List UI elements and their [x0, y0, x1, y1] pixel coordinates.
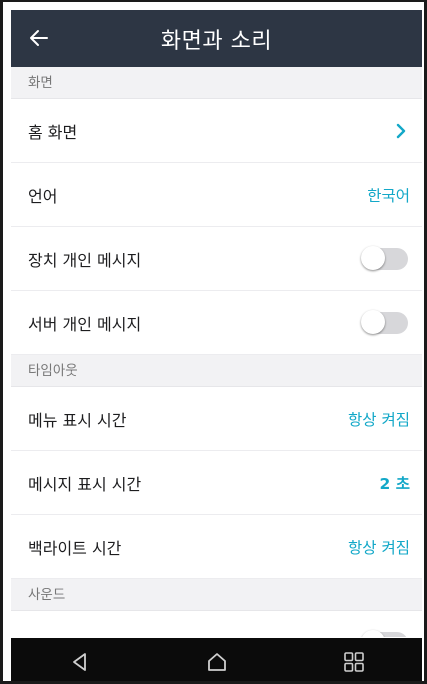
back-triangle-icon [72, 653, 86, 671]
setting-menu-display-time[interactable]: 메뉴 표시 시간 항상 켜짐 [11, 387, 422, 451]
setting-label: 홈 화면 [28, 122, 78, 142]
setting-label: 메시지 표시 시간 [28, 474, 142, 494]
section-header-screen: 화면 [11, 67, 422, 99]
device-frame: 화면과 소리 화면 홈 화면 언어 한국어 장치 개인 메시지 서버 개인 메시… [0, 0, 427, 684]
setting-language[interactable]: 언어 한국어 [11, 163, 422, 227]
page-title: 화면과 소리 [160, 28, 273, 54]
recent-apps-icon [343, 652, 364, 672]
setting-home-screen[interactable]: 홈 화면 [11, 99, 422, 163]
setting-label: 메뉴 표시 시간 [28, 410, 127, 430]
nav-back-button[interactable] [60, 642, 100, 681]
arrow-left-icon [30, 30, 48, 46]
app-bar: 화면과 소리 [11, 10, 422, 67]
setting-message-display-time[interactable]: 메시지 표시 시간 2 초 [11, 451, 422, 515]
setting-label: 서버 개인 메시지 [28, 314, 142, 334]
setting-sound-partial[interactable] [11, 611, 422, 637]
toggle-knob [361, 629, 385, 637]
nav-home-button[interactable] [197, 642, 237, 681]
device-messages-toggle[interactable] [361, 245, 408, 270]
setting-value: 한국어 [367, 186, 410, 205]
chevron-right-icon [394, 123, 408, 138]
nav-recent-apps-button[interactable] [334, 642, 374, 681]
setting-server-messages[interactable]: 서버 개인 메시지 [11, 291, 422, 355]
settings-list[interactable]: 화면 홈 화면 언어 한국어 장치 개인 메시지 서버 개인 메시지 타임아웃 … [11, 67, 422, 637]
toggle-knob [361, 309, 385, 334]
section-header-sound: 사운드 [11, 579, 422, 611]
setting-value: 2 초 [379, 474, 410, 493]
setting-label: 백라이트 시간 [28, 538, 122, 558]
setting-backlight-time[interactable]: 백라이트 시간 항상 켜짐 [11, 515, 422, 579]
home-icon [207, 653, 226, 671]
setting-label: 언어 [28, 186, 58, 206]
section-header-timeout: 타임아웃 [11, 355, 422, 387]
system-nav-bar [11, 638, 422, 681]
setting-label: 장치 개인 메시지 [28, 250, 142, 270]
toggle-knob [361, 245, 385, 270]
back-button[interactable] [25, 24, 53, 52]
server-messages-toggle[interactable] [361, 309, 408, 334]
sound-toggle[interactable] [361, 629, 408, 637]
setting-value: 항상 켜짐 [348, 538, 410, 557]
setting-device-messages[interactable]: 장치 개인 메시지 [11, 227, 422, 291]
setting-value: 항상 켜짐 [348, 410, 410, 429]
